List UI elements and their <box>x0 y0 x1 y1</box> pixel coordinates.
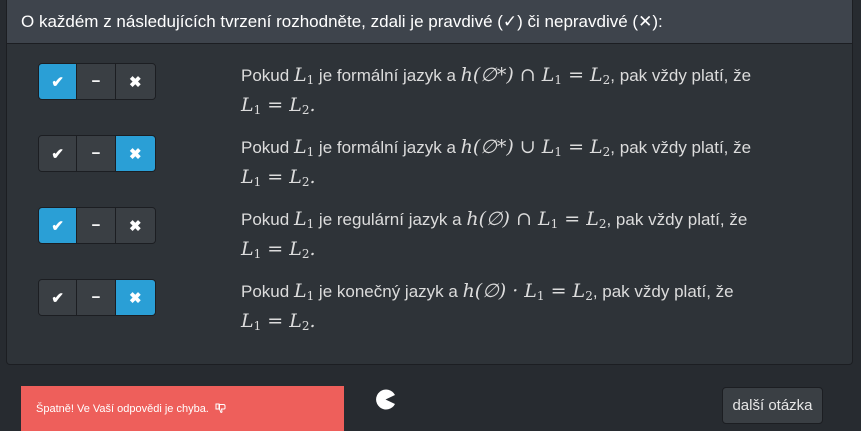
statement-row: ✔ − ✖ Pokud L1 je regulární jazyk a h(∅)… <box>38 207 838 267</box>
feedback-text: Špatně! Ve Vaší odpovědi je chyba. <box>36 403 209 415</box>
true-button[interactable]: ✔ <box>39 208 78 243</box>
error-alert: Špatně! Ve Vaší odpovědi je chyba. <box>21 386 344 431</box>
false-button[interactable]: ✖ <box>115 136 155 171</box>
answer-toggle-group: ✔ − ✖ <box>38 63 156 100</box>
unknown-button[interactable]: − <box>77 64 116 99</box>
question-panel: O každém z následujících tvrzení rozhodn… <box>6 0 853 365</box>
cross-icon: ✖ <box>129 289 142 307</box>
false-button[interactable]: ✖ <box>115 280 155 315</box>
true-button[interactable]: ✔ <box>39 136 78 171</box>
statement-text: Pokud L1 je regulární jazyk a h(∅) ∩ L1 … <box>241 208 748 261</box>
false-button[interactable]: ✖ <box>115 64 155 99</box>
check-icon: ✔ <box>51 289 64 307</box>
statement-text: Pokud L1 je konečný jazyk a h(∅) · L1 = … <box>241 280 734 333</box>
check-icon: ✔ <box>51 73 64 91</box>
minus-icon: − <box>91 289 101 306</box>
true-button[interactable]: ✔ <box>39 64 78 99</box>
minus-icon: − <box>91 217 101 234</box>
cross-icon: ✖ <box>129 145 142 163</box>
loading-indicator-icon <box>376 389 395 410</box>
cross-icon: ✖ <box>129 217 142 235</box>
next-question-label: další otázka <box>732 397 813 414</box>
statement-row: ✔ − ✖ Pokud L1 je formální jazyk a h(∅*)… <box>38 63 838 123</box>
answer-toggle-group: ✔ − ✖ <box>38 207 156 244</box>
answer-toggle-group: ✔ − ✖ <box>38 279 156 316</box>
thumbs-down-icon <box>215 403 226 414</box>
cross-icon: ✖ <box>129 73 142 91</box>
minus-icon: − <box>91 145 101 162</box>
false-button[interactable]: ✖ <box>115 208 155 243</box>
statement-row: ✔ − ✖ Pokud L1 je formální jazyk a h(∅*)… <box>38 135 838 195</box>
answer-toggle-group: ✔ − ✖ <box>38 135 156 172</box>
statement-row: ✔ − ✖ Pokud L1 je konečný jazyk a h(∅) ·… <box>38 279 838 339</box>
unknown-button[interactable]: − <box>77 208 116 243</box>
unknown-button[interactable]: − <box>77 280 116 315</box>
question-instruction: O každém z následujících tvrzení rozhodn… <box>7 0 852 44</box>
next-question-button[interactable]: další otázka <box>722 387 823 424</box>
true-button[interactable]: ✔ <box>39 280 78 315</box>
check-icon: ✔ <box>51 217 64 235</box>
check-icon: ✔ <box>51 145 64 163</box>
unknown-button[interactable]: − <box>77 136 116 171</box>
statement-text: Pokud L1 je formální jazyk a h(∅*) ∪ L1 … <box>241 136 752 189</box>
statement-text: Pokud L1 je formální jazyk a h(∅*) ∩ L1 … <box>241 64 752 117</box>
instruction-text: O každém z následujících tvrzení rozhodn… <box>21 11 663 31</box>
minus-icon: − <box>91 73 101 90</box>
